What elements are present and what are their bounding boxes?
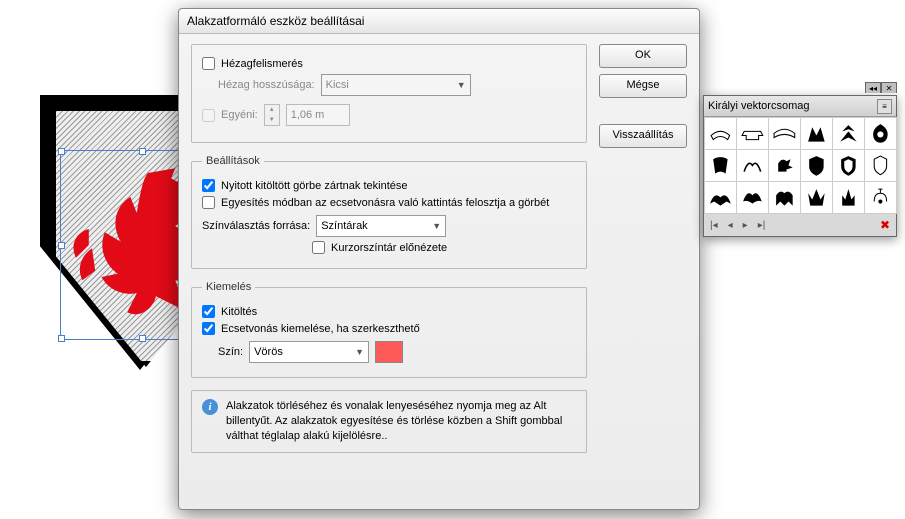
highlight-group: Kiemelés Kitöltés Ecsetvonás kiemelése, …	[191, 281, 587, 378]
settings-group: Beállítások Nyitott kitöltött görbe zárt…	[191, 155, 587, 269]
symbol-item[interactable]	[736, 149, 769, 182]
symbol-item[interactable]	[704, 117, 737, 150]
prev-icon[interactable]: ◂	[728, 220, 733, 231]
symbol-item[interactable]	[864, 181, 897, 214]
open-closed-checkbox[interactable]	[202, 179, 215, 192]
chevron-down-icon: ▼	[355, 347, 364, 357]
info-icon: i	[202, 399, 218, 415]
symbol-item[interactable]	[704, 149, 737, 182]
next-icon[interactable]: ▸	[743, 220, 748, 231]
panel-collapse-icon[interactable]: ◂◂	[865, 82, 881, 93]
highlight-color-combo[interactable]: Vörös ▼	[249, 341, 369, 363]
symbol-item[interactable]	[832, 181, 865, 214]
panel-title: Királyi vektorcsomag	[708, 100, 809, 112]
chevron-down-icon: ▼	[432, 221, 441, 231]
symbol-item[interactable]	[864, 117, 897, 150]
symbol-item[interactable]	[800, 149, 833, 182]
gap-custom-field[interactable]: 1,06 m	[286, 104, 350, 126]
highlight-color-label: Szín:	[218, 346, 243, 358]
gap-detect-checkbox[interactable]	[202, 57, 215, 70]
cursor-preview-checkbox[interactable]	[312, 241, 325, 254]
symbol-item[interactable]	[768, 117, 801, 150]
color-source-value: Színtárak	[321, 220, 367, 232]
highlight-fill-label: Kitöltés	[221, 306, 257, 318]
merge-split-label: Egyesítés módban az ecsetvonásra való ka…	[221, 197, 549, 209]
symbol-item[interactable]	[736, 181, 769, 214]
symbol-item[interactable]	[768, 181, 801, 214]
highlight-stroke-checkbox[interactable]	[202, 322, 215, 335]
symbol-item[interactable]	[832, 117, 865, 150]
dialog-title[interactable]: Alakzatformáló eszköz beállításai	[179, 9, 699, 34]
symbol-item[interactable]	[800, 181, 833, 214]
symbol-item[interactable]	[800, 117, 833, 150]
panel-menu-icon[interactable]: ≡	[877, 99, 892, 114]
gap-group: Hézagfelismerés Hézag hosszúsága: Kicsi …	[191, 44, 587, 143]
cursor-preview-label: Kurzorszíntár előnézete	[331, 242, 447, 254]
panel-footer: |◂ ◂ ▸ ▸| ✖	[704, 214, 896, 236]
symbol-item[interactable]	[704, 181, 737, 214]
gap-length-value: Kicsi	[326, 79, 349, 91]
gap-length-combo[interactable]: Kicsi ▼	[321, 74, 471, 96]
ok-button[interactable]: OK	[599, 44, 687, 68]
gap-length-label: Hézag hosszúsága:	[218, 79, 315, 91]
last-icon[interactable]: ▸|	[758, 220, 766, 231]
info-text: Alakzatok törléséhez és vonalak lenyesés…	[226, 399, 576, 444]
merge-split-checkbox[interactable]	[202, 196, 215, 209]
panel-close-icon[interactable]: ✕	[881, 82, 897, 93]
symbol-grid	[704, 117, 896, 214]
settings-legend: Beállítások	[202, 155, 264, 167]
first-icon[interactable]: |◂	[710, 220, 718, 231]
gap-custom-stepper[interactable]: ▲▼	[264, 104, 280, 126]
delete-icon[interactable]: ✖	[880, 218, 890, 232]
gap-custom-checkbox[interactable]	[202, 109, 215, 122]
highlight-legend: Kiemelés	[202, 281, 255, 293]
highlight-stroke-label: Ecsetvonás kiemelése, ha szerkeszthető	[221, 323, 420, 335]
highlight-fill-checkbox[interactable]	[202, 305, 215, 318]
panel-header[interactable]: Királyi vektorcsomag ≡	[704, 96, 896, 117]
color-source-label: Színválasztás forrása:	[202, 220, 310, 232]
symbol-item[interactable]	[736, 117, 769, 150]
highlight-color-swatch[interactable]	[375, 341, 403, 363]
color-source-combo[interactable]: Színtárak ▼	[316, 215, 446, 237]
info-box: i Alakzatok törléséhez és vonalak lenyes…	[191, 390, 587, 453]
reset-button[interactable]: Visszaállítás	[599, 124, 687, 148]
highlight-color-value: Vörös	[254, 346, 283, 358]
chevron-down-icon: ▼	[457, 80, 466, 90]
gap-custom-label: Egyéni:	[221, 109, 258, 121]
symbol-item[interactable]	[832, 149, 865, 182]
shape-builder-options-dialog: Alakzatformáló eszköz beállításai Hézagf…	[178, 8, 700, 510]
symbols-panel: Királyi vektorcsomag ≡ |◂ ◂ ▸ ▸|	[703, 95, 897, 237]
symbol-item[interactable]	[864, 149, 897, 182]
panel-tab-strip: ◂◂ ✕	[865, 82, 897, 93]
gap-detect-label: Hézagfelismerés	[221, 58, 303, 70]
open-closed-label: Nyitott kitöltött görbe zártnak tekintés…	[221, 180, 407, 192]
symbol-item[interactable]	[768, 149, 801, 182]
cancel-button[interactable]: Mégse	[599, 74, 687, 98]
